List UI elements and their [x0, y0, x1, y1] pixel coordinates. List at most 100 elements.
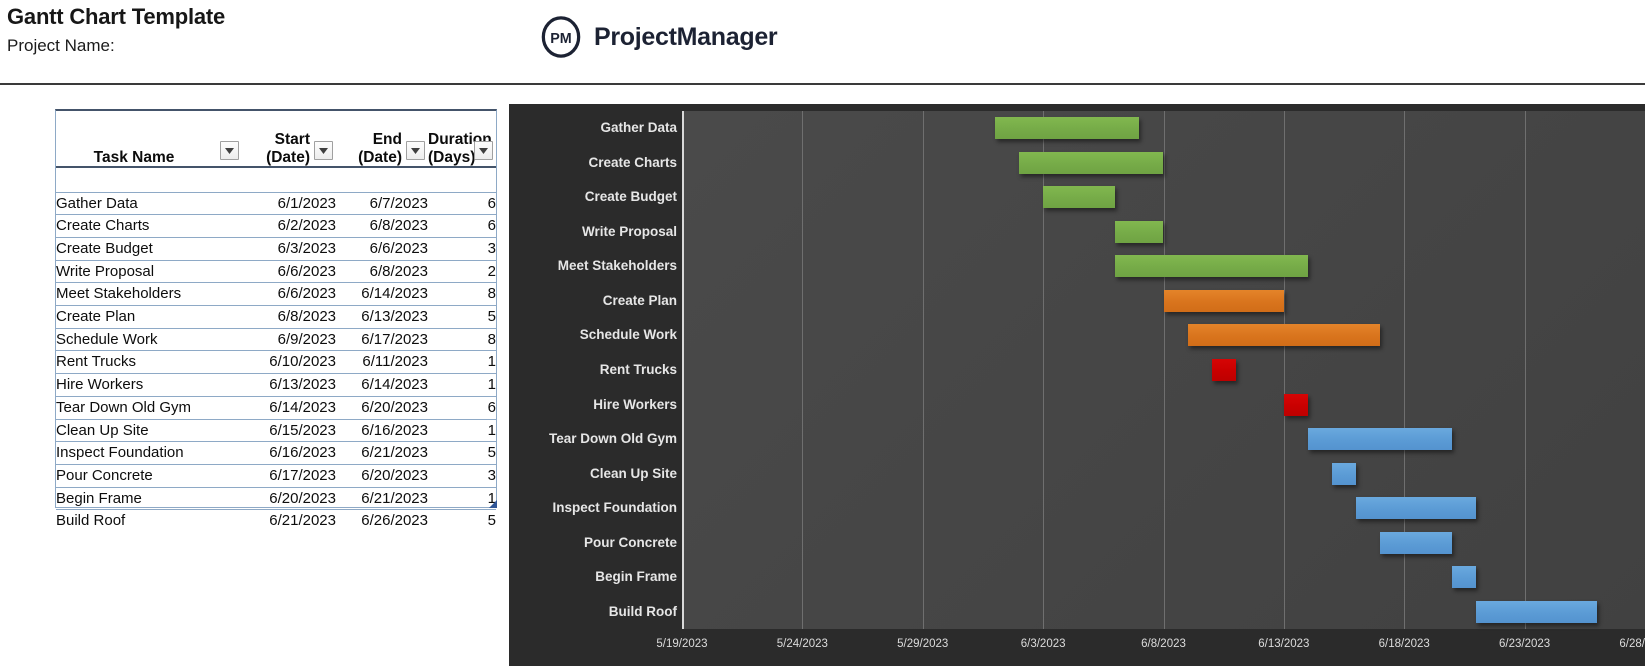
- cell-dur[interactable]: 1: [428, 419, 496, 442]
- cell-start[interactable]: 6/17/2023: [242, 464, 336, 487]
- cell-dur[interactable]: 2: [428, 260, 496, 283]
- filter-button-duration[interactable]: [474, 141, 493, 160]
- cell-end[interactable]: 6/26/2023: [336, 510, 428, 532]
- task-table-container: Task Name Start (Date): [55, 109, 497, 508]
- cell-start[interactable]: 6/13/2023: [242, 374, 336, 397]
- cell-task[interactable]: Write Proposal: [56, 260, 242, 283]
- cell-start[interactable]: 6/16/2023: [242, 442, 336, 465]
- gantt-bar-tear-down-old-gym[interactable]: [1308, 428, 1452, 450]
- cell-end[interactable]: 6/11/2023: [336, 351, 428, 374]
- cell-end[interactable]: 6/20/2023: [336, 396, 428, 419]
- cell-task[interactable]: Schedule Work: [56, 328, 242, 351]
- cell-end[interactable]: 6/20/2023: [336, 464, 428, 487]
- table-row[interactable]: Create Budget6/3/20236/6/20233: [56, 237, 496, 260]
- gantt-bar-create-plan[interactable]: [1164, 290, 1284, 312]
- cell-start[interactable]: 6/3/2023: [242, 237, 336, 260]
- table-row[interactable]: Rent Trucks6/10/20236/11/20231: [56, 351, 496, 374]
- cell-dur[interactable]: 1: [428, 374, 496, 397]
- cell-start[interactable]: 6/6/2023: [242, 260, 336, 283]
- table-row[interactable]: Clean Up Site6/15/20236/16/20231: [56, 419, 496, 442]
- table-row[interactable]: Inspect Foundation6/16/20236/21/20235: [56, 442, 496, 465]
- table-row[interactable]: Hire Workers6/13/20236/14/20231: [56, 374, 496, 397]
- table-row[interactable]: Begin Frame6/20/20236/21/20231: [56, 487, 496, 510]
- cell-task[interactable]: Rent Trucks: [56, 351, 242, 374]
- cell-task[interactable]: Pour Concrete: [56, 464, 242, 487]
- cell-end[interactable]: 6/8/2023: [336, 215, 428, 238]
- cell-dur[interactable]: 1: [428, 351, 496, 374]
- gantt-bar-rent-trucks[interactable]: [1212, 359, 1236, 381]
- gantt-bar-meet-stakeholders[interactable]: [1115, 255, 1308, 277]
- cell-end[interactable]: 6/7/2023: [336, 192, 428, 215]
- x-axis-tick-label: 5/29/2023: [897, 638, 948, 650]
- gantt-bar-create-budget[interactable]: [1043, 186, 1115, 208]
- cell-start[interactable]: 6/20/2023: [242, 487, 336, 510]
- table-cell: [242, 167, 336, 192]
- cell-dur[interactable]: 5: [428, 510, 496, 532]
- cell-task[interactable]: Create Charts: [56, 215, 242, 238]
- cell-end[interactable]: 6/13/2023: [336, 306, 428, 329]
- cell-task[interactable]: Tear Down Old Gym: [56, 396, 242, 419]
- table-row[interactable]: Schedule Work6/9/20236/17/20238: [56, 328, 496, 351]
- cell-end[interactable]: 6/21/2023: [336, 442, 428, 465]
- cell-dur[interactable]: 8: [428, 328, 496, 351]
- cell-end[interactable]: 6/16/2023: [336, 419, 428, 442]
- cell-dur[interactable]: 8: [428, 283, 496, 306]
- gantt-bar-pour-concrete[interactable]: [1380, 532, 1452, 554]
- cell-task[interactable]: Gather Data: [56, 192, 242, 215]
- gantt-bar-gather-data[interactable]: [995, 117, 1139, 139]
- cell-start[interactable]: 6/10/2023: [242, 351, 336, 374]
- filter-button-end-date[interactable]: [406, 141, 425, 160]
- table-row[interactable]: Gather Data6/1/20236/7/20236: [56, 192, 496, 215]
- cell-end[interactable]: 6/8/2023: [336, 260, 428, 283]
- x-axis-tick-label: 6/3/2023: [1021, 638, 1066, 650]
- table-row[interactable]: Meet Stakeholders6/6/20236/14/20238: [56, 283, 496, 306]
- cell-dur[interactable]: 5: [428, 442, 496, 465]
- table-row[interactable]: Build Roof6/21/20236/26/20235: [56, 510, 496, 532]
- gantt-bar-hire-workers[interactable]: [1284, 394, 1308, 416]
- cell-start[interactable]: 6/1/2023: [242, 192, 336, 215]
- table-row[interactable]: Pour Concrete6/17/20236/20/20233: [56, 464, 496, 487]
- cell-task[interactable]: Begin Frame: [56, 487, 242, 510]
- gantt-bar-schedule-work[interactable]: [1188, 324, 1381, 346]
- cell-start[interactable]: 6/21/2023: [242, 510, 336, 532]
- cell-end[interactable]: 6/14/2023: [336, 374, 428, 397]
- cell-task[interactable]: Create Plan: [56, 306, 242, 329]
- cell-end[interactable]: 6/6/2023: [336, 237, 428, 260]
- cell-start[interactable]: 6/14/2023: [242, 396, 336, 419]
- gantt-bar-create-charts[interactable]: [1019, 152, 1163, 174]
- table-row[interactable]: Create Charts6/2/20236/8/20236: [56, 215, 496, 238]
- cell-task[interactable]: Create Budget: [56, 237, 242, 260]
- cell-dur[interactable]: 3: [428, 237, 496, 260]
- cell-task[interactable]: Inspect Foundation: [56, 442, 242, 465]
- cell-end[interactable]: 6/17/2023: [336, 328, 428, 351]
- cell-start[interactable]: 6/8/2023: [242, 306, 336, 329]
- table-row[interactable]: Write Proposal6/6/20236/8/20232: [56, 260, 496, 283]
- cell-dur[interactable]: 3: [428, 464, 496, 487]
- cell-end[interactable]: 6/21/2023: [336, 487, 428, 510]
- gantt-bar-build-roof[interactable]: [1476, 601, 1596, 623]
- cell-start[interactable]: 6/9/2023: [242, 328, 336, 351]
- table-row[interactable]: Tear Down Old Gym6/14/20236/20/20236: [56, 396, 496, 419]
- filter-button-task-name[interactable]: [220, 141, 239, 160]
- filter-button-start-date[interactable]: [314, 141, 333, 160]
- cell-dur[interactable]: 6: [428, 192, 496, 215]
- table-resize-handle[interactable]: [489, 500, 497, 508]
- gantt-bar-write-proposal[interactable]: [1115, 221, 1163, 243]
- cell-task[interactable]: Clean Up Site: [56, 419, 242, 442]
- table-row[interactable]: Create Plan6/8/20236/13/20235: [56, 306, 496, 329]
- cell-task[interactable]: Meet Stakeholders: [56, 283, 242, 306]
- cell-dur[interactable]: 1: [428, 487, 496, 510]
- cell-start[interactable]: 6/2/2023: [242, 215, 336, 238]
- cell-task[interactable]: Hire Workers: [56, 374, 242, 397]
- cell-start[interactable]: 6/6/2023: [242, 283, 336, 306]
- gantt-bar-inspect-foundation[interactable]: [1356, 497, 1476, 519]
- cell-dur[interactable]: 5: [428, 306, 496, 329]
- gantt-bar-begin-frame[interactable]: [1452, 566, 1476, 588]
- project-name-label: Project Name:: [7, 36, 115, 56]
- cell-dur[interactable]: 6: [428, 215, 496, 238]
- cell-start[interactable]: 6/15/2023: [242, 419, 336, 442]
- cell-task[interactable]: Build Roof: [56, 510, 242, 532]
- cell-dur[interactable]: 6: [428, 396, 496, 419]
- cell-end[interactable]: 6/14/2023: [336, 283, 428, 306]
- gantt-bar-clean-up-site[interactable]: [1332, 463, 1356, 485]
